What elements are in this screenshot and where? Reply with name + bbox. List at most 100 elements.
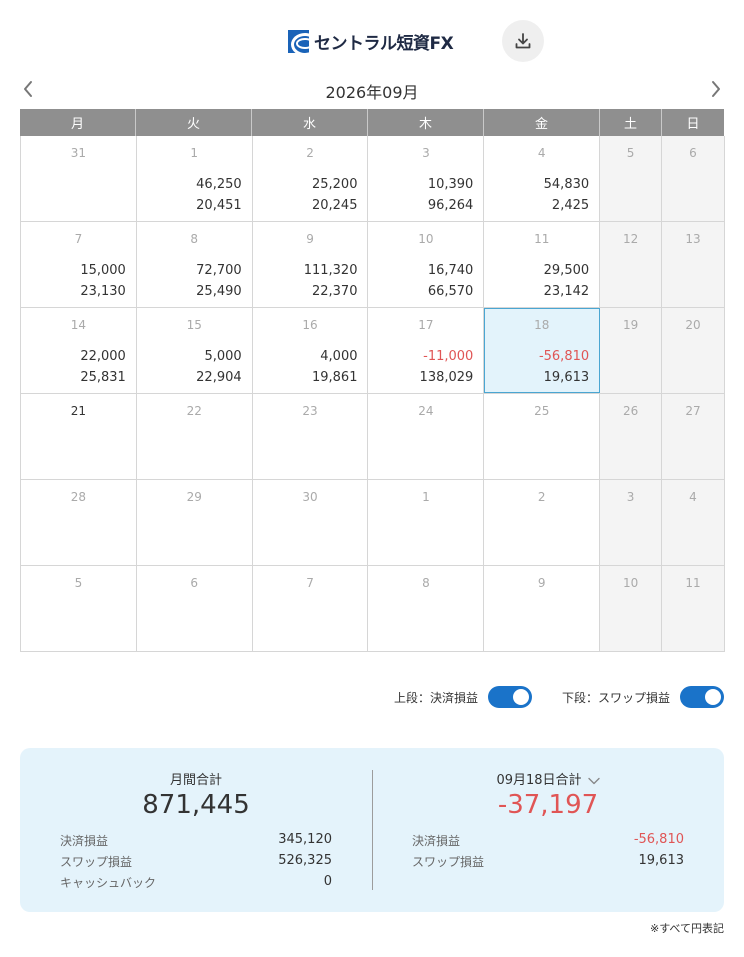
calendar-day-cell[interactable]: 9 <box>484 566 601 651</box>
calendar-day-cell[interactable]: 1 <box>368 480 485 565</box>
calendar-day-cell[interactable]: 12 <box>600 222 663 307</box>
calendar-day-cell[interactable]: 10 <box>600 566 663 651</box>
calendar-day-cell[interactable]: 24 <box>368 394 485 479</box>
weekday-header: 月火水木金土日 <box>20 109 725 136</box>
day-number: 26 <box>622 404 639 418</box>
day-number: 11 <box>534 232 550 246</box>
calendar-day-cell[interactable]: 15 5,000 22,904 <box>136 308 253 393</box>
calendar-day-cell[interactable]: 3 <box>600 480 663 565</box>
day-number: 6 <box>689 146 697 160</box>
settlement-pl-value: 10,390 <box>427 177 474 192</box>
logo-text: セントラル短資FX <box>314 33 454 54</box>
row-label: キャッシュバック <box>60 876 157 890</box>
day-number: 8 <box>422 576 430 590</box>
calendar-day-cell[interactable]: 6 <box>136 566 253 651</box>
settlement-pl-value: -56,810 <box>538 349 590 364</box>
settlement-pl-value: 72,700 <box>196 263 242 278</box>
calendar-day-cell[interactable]: 27 <box>662 394 724 479</box>
settlement-pl-value: 111,320 <box>303 263 358 278</box>
calendar-day-cell[interactable]: 16 4,000 19,861 <box>252 308 369 393</box>
month-title: 2026年09月 <box>325 83 419 102</box>
calendar-day-cell[interactable]: 11 <box>662 566 724 651</box>
upper-toggle-label: 上段：決済損益 <box>393 690 478 705</box>
calendar-day-cell[interactable]: 28 <box>21 480 137 565</box>
calendar-day-cell[interactable]: 8 <box>368 566 485 651</box>
calendar-day-cell[interactable]: 2 25,200 20,245 <box>252 136 369 221</box>
calendar-day-cell[interactable]: 31 <box>21 136 137 221</box>
calendar-day-cell[interactable]: 18 -56,810 19,613 <box>484 308 601 393</box>
next-month-button[interactable] <box>706 78 726 100</box>
day-number: 19 <box>622 318 639 332</box>
day-number: 31 <box>70 146 87 160</box>
calendar-day-cell[interactable]: 6 <box>662 136 724 221</box>
calendar-day-cell[interactable]: 25 <box>484 394 601 479</box>
calendar-day-cell[interactable]: 21 <box>21 394 137 479</box>
calendar-day-cell[interactable]: 22 <box>136 394 253 479</box>
day-number: 4 <box>537 146 546 160</box>
calendar-day-cell[interactable]: 23 <box>252 394 369 479</box>
header: セントラル短資FX <box>0 0 744 80</box>
day-number: 5 <box>74 576 83 590</box>
calendar-day-cell[interactable]: 10 16,740 66,570 <box>368 222 485 307</box>
calendar-day-cell[interactable]: 26 <box>600 394 663 479</box>
calendar-day-cell[interactable]: 29 <box>136 480 253 565</box>
swap-pl-value: 19,613 <box>543 370 590 385</box>
calendar-day-cell[interactable]: 8 72,700 25,490 <box>136 222 253 307</box>
row-label: スワップ損益 <box>412 855 485 869</box>
calendar-day-cell[interactable]: 14 22,000 25,831 <box>21 308 137 393</box>
day-number: 16 <box>302 318 318 332</box>
swap-pl-value: 23,130 <box>80 284 126 299</box>
settlement-pl-value: 16,740 <box>427 263 474 278</box>
day-number: 9 <box>306 232 314 246</box>
swap-pl-value: 19,861 <box>311 370 358 385</box>
calendar-day-cell[interactable]: 4 54,830 2,425 <box>484 136 601 221</box>
day-number: 18 <box>534 318 550 332</box>
day-number: 22 <box>186 404 202 418</box>
daily-summary-title[interactable]: 09月18日合計 <box>372 769 724 788</box>
swap-pl-value: 22,370 <box>311 284 358 299</box>
day-number: 23 <box>302 404 318 418</box>
calendar-day-cell[interactable]: 30 <box>252 480 369 565</box>
calendar-day-cell[interactable]: 7 <box>252 566 369 651</box>
day-number: 2 <box>306 146 314 160</box>
calendar-week-row: 5 6 7 8 9 10 11 <box>21 566 724 652</box>
weekday-label: 金 <box>484 109 600 136</box>
lower-toggle-switch[interactable] <box>680 686 724 708</box>
calendar-day-cell[interactable]: 2 <box>484 480 601 565</box>
day-number: 3 <box>626 490 635 504</box>
day-number: 15 <box>186 318 202 332</box>
monthly-total: 871,445 <box>142 790 250 820</box>
calendar-day-cell[interactable]: 20 <box>662 308 724 393</box>
calendar-day-cell[interactable]: 19 <box>600 308 663 393</box>
calendar-day-cell[interactable]: 5 <box>600 136 663 221</box>
row-value: 19,613 <box>638 853 685 868</box>
day-number: 20 <box>685 318 701 332</box>
calendar-day-cell[interactable]: 3 10,390 96,264 <box>368 136 485 221</box>
calendar-week-row: 28 29 30 1 2 3 4 <box>21 480 724 566</box>
swap-pl-value: 66,570 <box>427 284 474 299</box>
calendar-day-cell[interactable]: 5 <box>21 566 137 651</box>
calendar-day-cell[interactable]: 9 111,320 22,370 <box>252 222 369 307</box>
calendar-day-cell[interactable]: 13 <box>662 222 724 307</box>
swap-pl-value: 23,142 <box>543 284 590 299</box>
logo: セントラル短資FX <box>288 29 454 54</box>
settlement-pl-value: 22,000 <box>80 349 126 364</box>
daily-summary-title-text: 09月18日合計 <box>496 773 582 788</box>
day-number: 21 <box>70 404 87 418</box>
calendar-day-cell[interactable]: 1 46,250 20,451 <box>136 136 253 221</box>
calendar-day-cell[interactable]: 11 29,500 23,142 <box>484 222 601 307</box>
upper-toggle-switch[interactable] <box>487 686 532 708</box>
calendar-week-row: 14 22,000 25,831 15 5,000 22,904 16 4,000 19,861… <box>21 308 724 394</box>
day-number: 10 <box>622 576 639 590</box>
row-label: スワップ損益 <box>60 855 133 869</box>
calendar-day-cell[interactable]: 17 -11,000 138,029 <box>368 308 485 393</box>
chevron-down-icon[interactable] <box>587 777 600 785</box>
download-button[interactable] <box>502 20 544 62</box>
day-number: 6 <box>190 576 199 590</box>
calendar-day-cell[interactable]: 7 15,000 23,130 <box>21 222 137 307</box>
day-number: 25 <box>534 404 550 418</box>
calendar-day-cell[interactable]: 4 <box>662 480 724 565</box>
summary-panel: 月間合計 871,445 決済損益 345,120 スワップ損益 526,325… <box>20 748 724 912</box>
day-number: 24 <box>418 404 434 418</box>
daily-row-swap: スワップ損益 19,613 <box>412 853 684 871</box>
